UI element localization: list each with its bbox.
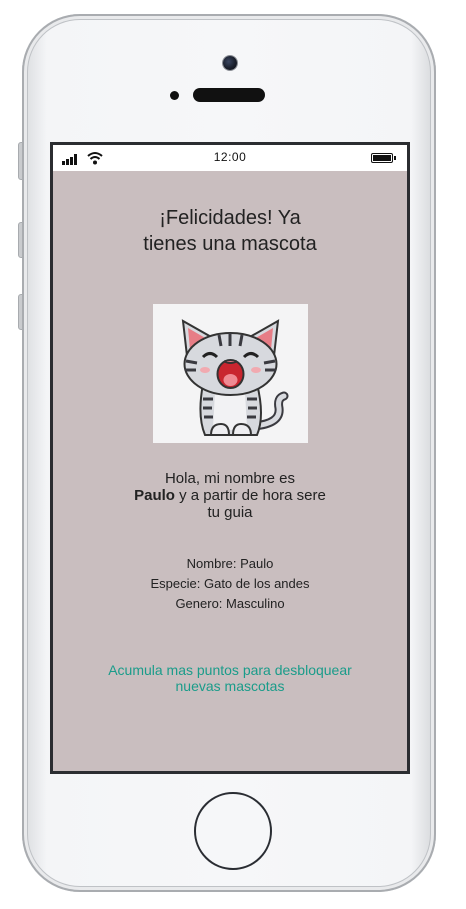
app-screen: 12:00 ¡Felicidades! Ya tienes una mascot…: [50, 142, 410, 774]
front-camera-icon: [223, 56, 237, 70]
intro-suffix: y a partir de hora sere tu guia: [179, 487, 326, 521]
intro-text: Hola, mi nombre es Paulo y a partir de h…: [130, 470, 330, 521]
pet-name: Paulo: [134, 487, 175, 504]
proximity-sensor: [170, 91, 179, 100]
earpiece-speaker: [193, 88, 265, 102]
device-mockup: 12:00 ¡Felicidades! Ya tienes una mascot…: [0, 0, 466, 909]
battery-cap: [394, 156, 396, 160]
battery-icon: [371, 153, 393, 163]
status-time: 12:00: [213, 150, 247, 164]
home-button[interactable]: [194, 792, 272, 870]
page-title: ¡Felicidades! Ya tienes una mascota: [143, 207, 317, 255]
pet-name-detail: Nombre: Paulo: [186, 556, 274, 571]
unlock-more-pets-link[interactable]: Acumula mas puntos para desbloquear nuev…: [100, 662, 360, 694]
pet-species-detail: Especie: Gato de los andes: [150, 576, 310, 591]
pet-details: Nombre: Paulo Especie: Gato de los andes…: [80, 554, 380, 614]
intro-prefix: Hola, mi nombre es: [164, 470, 296, 487]
pet-gender-detail: Genero: Masculino: [175, 596, 285, 611]
cartoon-cat-icon: [153, 304, 308, 443]
status-bar: 12:00: [53, 145, 407, 171]
